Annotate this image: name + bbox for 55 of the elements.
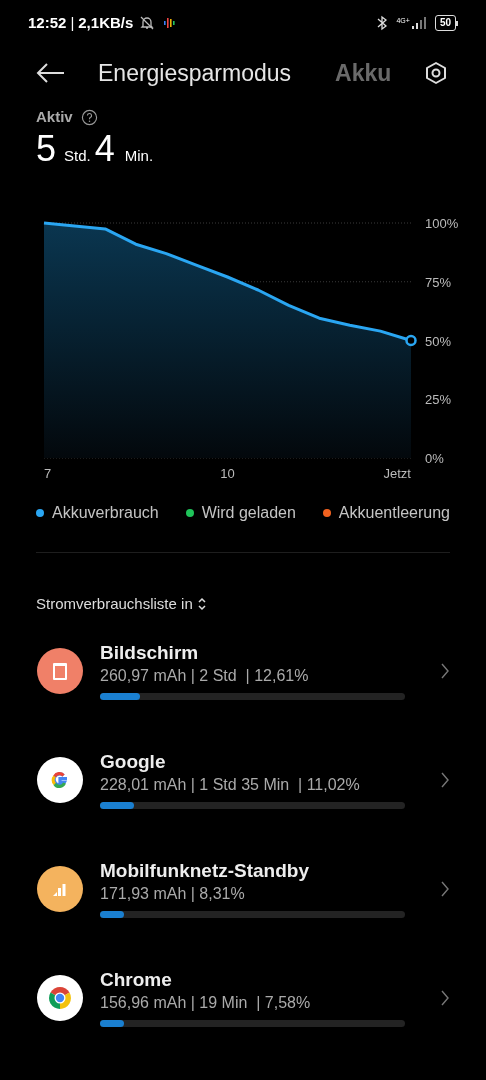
back-button[interactable] [36, 63, 66, 83]
y-tick-label: 25% [425, 392, 452, 408]
signal-bars-icon [37, 865, 83, 912]
settings-icon [424, 61, 448, 85]
app-name: Chrome [100, 968, 173, 992]
screen-icon [37, 647, 83, 694]
y-tick-label: 75% [425, 274, 452, 290]
back-arrow-icon [36, 63, 66, 83]
sort-toggle[interactable] [196, 597, 207, 612]
minutes-unit: Min. [124, 145, 154, 166]
usage-details: 260,97 mAh | 2 Std | 12,61% [100, 666, 310, 686]
app-name: Bildschirm [100, 641, 200, 665]
app-usage-row[interactable]: Bildschirm 260,97 mAh | 2 Std | 12,61% [0, 637, 486, 704]
chevron-right-icon [440, 988, 450, 1007]
hours-value: 5 [36, 130, 57, 167]
app-notification-icon [163, 16, 178, 30]
x-tick-label: Jetzt [383, 466, 411, 481]
tab[interactable]: Akku [335, 55, 392, 91]
letter-g-icon [37, 756, 83, 803]
tab[interactable]: Energiesparmodus [98, 55, 292, 91]
app-name: Mobilfunknetz-Standby [100, 859, 310, 883]
app-usage-row[interactable]: Google 228,01 mAh | 1 Std 35 Min | 11,02% [0, 746, 486, 813]
sort-chevrons-icon [196, 597, 207, 612]
separator: | [70, 12, 75, 33]
usage-details: 171,93 mAh | 8,31% [100, 884, 246, 904]
network-speed: 2,1KB/s [78, 12, 134, 33]
chevron-right-icon [440, 879, 450, 898]
battery-level: 50 [434, 15, 456, 31]
app-usage-row[interactable]: Chrome 156,96 mAh | 19 Min | 7,58% [0, 964, 486, 1031]
app-usage-row[interactable]: Mobilfunknetz-Standby 171,93 mAh | 8,31% [0, 855, 486, 922]
usage-details: 228,01 mAh | 1 Std 35 Min | 11,02% [100, 775, 361, 795]
x-tick-label: 10 [220, 466, 235, 481]
legend-label: Wird geladen [201, 503, 296, 523]
hours-unit: Std. [64, 145, 91, 166]
legend-label: Akkuverbrauch [52, 503, 159, 523]
usage-details: 156,96 mAh | 19 Min | 7,58% [100, 993, 312, 1013]
settings-button[interactable] [424, 61, 448, 85]
bluetooth-icon [376, 15, 389, 31]
y-tick-label: 50% [425, 333, 452, 349]
active-label: Aktiv [36, 107, 73, 127]
current-point-marker [405, 334, 417, 347]
chevron-right-icon [440, 770, 450, 789]
y-tick-label: 0% [425, 451, 444, 466]
app-name: Google [100, 750, 167, 774]
signal-icon [410, 17, 427, 29]
y-tick-label: 100% [425, 216, 459, 231]
list-sort-label: Stromverbrauchsliste in [36, 594, 193, 614]
browser-icon [37, 974, 83, 1021]
muted-bell-icon [139, 15, 156, 31]
chevron-right-icon [440, 661, 450, 680]
minutes-value: 4 [94, 130, 115, 167]
legend-label: Akkuentleerung [338, 503, 450, 523]
x-tick-label: 7 [44, 466, 52, 481]
clock: 12:52 [28, 12, 67, 33]
help-icon [80, 108, 98, 126]
